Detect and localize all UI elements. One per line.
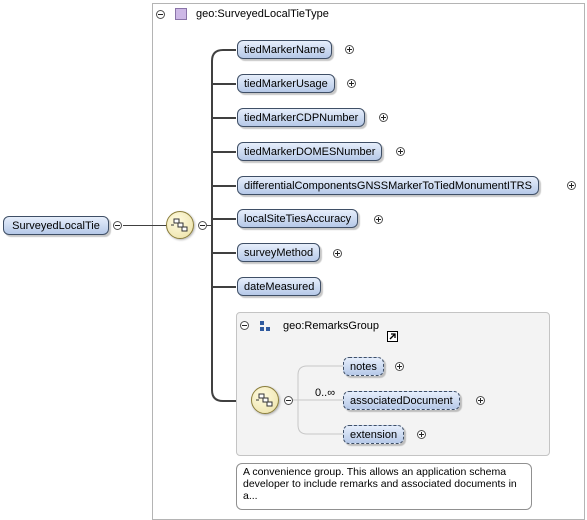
sequence-icon xyxy=(166,211,194,239)
expand-icon[interactable] xyxy=(379,113,388,122)
expand-icon[interactable] xyxy=(567,181,576,190)
expand-icon[interactable] xyxy=(396,147,405,156)
group-documentation: A convenience group. This allows an appl… xyxy=(236,463,532,510)
expand-icon[interactable] xyxy=(347,79,356,88)
element-dateMeasured[interactable]: dateMeasured xyxy=(237,277,322,296)
expand-icon[interactable] xyxy=(345,45,354,54)
expand-icon[interactable] xyxy=(333,249,342,258)
element-tiedMarkerName[interactable]: tiedMarkerName xyxy=(237,40,333,59)
expand-icon[interactable] xyxy=(374,215,383,224)
element-associatedDocument[interactable]: associatedDocument xyxy=(343,391,460,410)
element-extension[interactable]: extension xyxy=(343,425,405,444)
group-cardinality: 0..∞ xyxy=(315,387,336,399)
group-name[interactable]: geo:RemarksGroup xyxy=(283,319,379,333)
root-collapse-icon[interactable] xyxy=(113,221,122,230)
element-tiedMarkerCDPNumber[interactable]: tiedMarkerCDPNumber xyxy=(237,108,366,127)
expand-icon[interactable] xyxy=(395,362,404,371)
element-tiedMarkerDOMESNumber[interactable]: tiedMarkerDOMESNumber xyxy=(237,142,383,161)
type-collapse-icon[interactable] xyxy=(156,10,165,19)
element-localSiteTiesAccuracy[interactable]: localSiteTiesAccuracy xyxy=(237,209,359,228)
expand-icon[interactable] xyxy=(417,430,426,439)
element-tiedMarkerUsage[interactable]: tiedMarkerUsage xyxy=(237,74,335,93)
group-sequence-icon xyxy=(251,386,279,414)
group-icon xyxy=(259,320,273,334)
complex-type-icon xyxy=(175,8,187,20)
element-notes[interactable]: notes xyxy=(343,357,384,376)
connector-line xyxy=(123,225,167,226)
group-collapse-icon[interactable] xyxy=(240,321,249,330)
element-differentialComponentsGNSSMarkerToTiedMonumentITRS[interactable]: differentialComponentsGNSSMarkerToTiedMo… xyxy=(237,176,539,195)
root-element[interactable]: SurveyedLocalTie xyxy=(3,216,109,235)
group-sequence-collapse-icon[interactable] xyxy=(284,396,293,405)
element-surveyMethod[interactable]: surveyMethod xyxy=(237,243,321,262)
type-name: geo:SurveyedLocalTieType xyxy=(196,8,329,20)
link-arrow-icon[interactable] xyxy=(387,331,398,342)
expand-icon[interactable] xyxy=(476,396,485,405)
